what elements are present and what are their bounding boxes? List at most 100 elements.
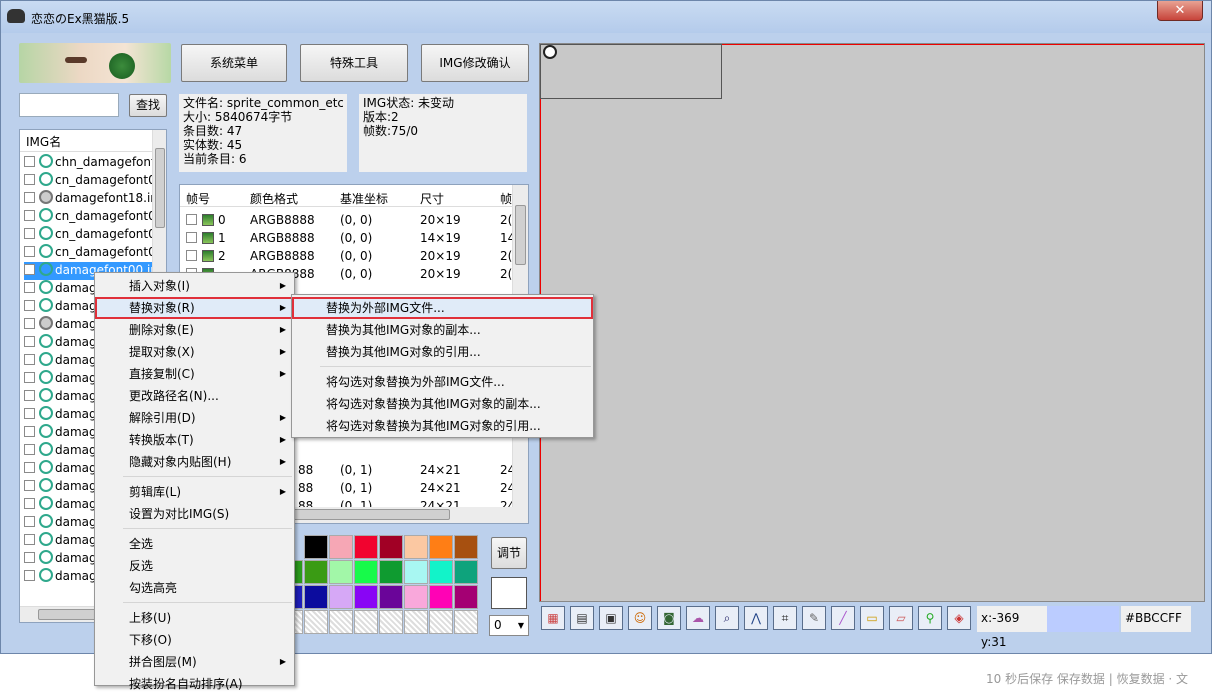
film-icon[interactable]: ▣	[599, 606, 623, 630]
checkbox[interactable]	[24, 264, 35, 275]
frame-table-row[interactable]: 0 ARGB8888 (0, 0) 20×19 2(	[180, 211, 512, 229]
img-confirm-button[interactable]: IMG修改确认	[421, 44, 529, 82]
image-canvas[interactable]	[539, 43, 1205, 602]
checkbox[interactable]	[24, 228, 35, 239]
context-menu-item[interactable]: 按装扮名自动排序(A)	[95, 673, 294, 695]
context-menu-item[interactable]: 直接复制(C) ▶	[95, 363, 294, 385]
context-menu-item[interactable]: 转换版本(T) ▶	[95, 429, 294, 451]
context-menu-item[interactable]: 隐藏对象内贴图(H) ▶	[95, 451, 294, 473]
img-list-item[interactable]: cn_damagefont0	[24, 172, 156, 190]
img-list-item[interactable]: damag	[24, 388, 97, 406]
eraser-icon[interactable]: ▱	[889, 606, 913, 630]
palette-swatch[interactable]	[454, 585, 478, 609]
palette-swatch[interactable]	[354, 560, 378, 584]
img-list-item[interactable]: damag	[24, 514, 97, 532]
checkbox[interactable]	[24, 156, 35, 167]
img-list-item[interactable]: damag	[24, 568, 97, 586]
context-menu-item[interactable]: 设置为对比IMG(S)	[95, 503, 294, 525]
frame-table-col-header[interactable]: 帧号	[186, 190, 210, 207]
checkbox[interactable]	[24, 498, 35, 509]
checkbox[interactable]	[24, 174, 35, 185]
context-menu-item[interactable]: 删除对象(E) ▶	[95, 319, 294, 341]
img-list-item[interactable]: damag	[24, 478, 97, 496]
img-list-item[interactable]: damag	[24, 532, 97, 550]
frame-table-col-header[interactable]: 帧	[500, 190, 512, 207]
frame-table-col-header[interactable]: 颜色格式	[250, 190, 298, 207]
checkbox[interactable]	[24, 354, 35, 365]
checkbox[interactable]	[24, 552, 35, 563]
context-menu-item[interactable]: 更改路径名(N)...	[95, 385, 294, 407]
checkbox[interactable]	[24, 426, 35, 437]
context-menu-item[interactable]: 上移(U)	[95, 607, 294, 629]
checkbox[interactable]	[24, 372, 35, 383]
palette-swatch[interactable]	[404, 560, 428, 584]
frame-table-row[interactable]: 2 ARGB8888 (0, 0) 20×19 2(	[180, 247, 512, 265]
palette-swatch[interactable]	[329, 535, 353, 559]
img-list-item[interactable]: damag	[24, 280, 97, 298]
context-menu-item[interactable]: 替换对象(R) ▶	[95, 297, 294, 319]
context-menu-item[interactable]: 插入对象(I) ▶	[95, 275, 294, 297]
img-list-item[interactable]: chn_damagefont	[24, 154, 156, 172]
face-edit-icon[interactable]: ☺	[628, 606, 652, 630]
grid-icon[interactable]: ▤	[570, 606, 594, 630]
img-list-item[interactable]: damag	[24, 298, 97, 316]
palette-swatch[interactable]	[329, 610, 353, 634]
palette-swatch[interactable]	[354, 535, 378, 559]
context-menu-item[interactable]: 反选	[95, 555, 294, 577]
img-list-item[interactable]: damag	[24, 550, 97, 568]
palette-swatch[interactable]	[304, 535, 328, 559]
palette-swatch[interactable]	[329, 560, 353, 584]
checkbox[interactable]	[186, 214, 197, 225]
palette-select[interactable]: 0 ▼	[489, 615, 529, 636]
magnifier-icon[interactable]: ⌕	[715, 606, 739, 630]
context-menu-item[interactable]: 下移(O)	[95, 629, 294, 651]
palette-icon[interactable]: ▦	[541, 606, 565, 630]
line-icon[interactable]: ╱	[831, 606, 855, 630]
img-list-item[interactable]: damag	[24, 370, 97, 388]
img-list-item[interactable]: damag	[24, 496, 97, 514]
frame-table-col-header[interactable]: 基准坐标	[340, 190, 388, 207]
search-input[interactable]	[19, 93, 119, 117]
search-button[interactable]: 查找	[129, 94, 167, 117]
submenu-item[interactable]: 替换为其他IMG对象的副本...	[292, 319, 593, 341]
pencil-icon[interactable]: ✎	[802, 606, 826, 630]
submenu-item[interactable]: 将勾选对象替换为外部IMG文件...	[292, 371, 593, 393]
color-palette[interactable]	[279, 535, 483, 635]
chart-icon[interactable]: ⋀	[744, 606, 768, 630]
palette-swatch[interactable]	[304, 560, 328, 584]
palette-swatch[interactable]	[379, 585, 403, 609]
palette-swatch[interactable]	[454, 610, 478, 634]
img-list-item[interactable]: damag	[24, 424, 97, 442]
palette-swatch[interactable]	[429, 610, 453, 634]
checkbox[interactable]	[24, 300, 35, 311]
checkbox[interactable]	[24, 210, 35, 221]
palette-swatch[interactable]	[429, 585, 453, 609]
img-list-item[interactable]: damag	[24, 442, 97, 460]
palette-swatch[interactable]	[354, 585, 378, 609]
img-list-item[interactable]: cn_damagefont0	[24, 226, 156, 244]
img-list-item[interactable]: damag	[24, 352, 97, 370]
img-list-item[interactable]: damag	[24, 406, 97, 424]
checkbox[interactable]	[24, 192, 35, 203]
submenu-item[interactable]: 将勾选对象替换为其他IMG对象的副本...	[292, 393, 593, 415]
checkbox[interactable]	[24, 318, 35, 329]
checkbox[interactable]	[24, 480, 35, 491]
checkbox[interactable]	[24, 408, 35, 419]
palette-swatch[interactable]	[429, 535, 453, 559]
checkbox[interactable]	[24, 570, 35, 581]
checkbox[interactable]	[186, 232, 197, 243]
system-menu-button[interactable]: 系统菜单	[181, 44, 287, 82]
context-menu-item[interactable]: 全选	[95, 533, 294, 555]
palette-swatch[interactable]	[379, 560, 403, 584]
checkbox[interactable]	[24, 534, 35, 545]
img-list-item[interactable]: cn_damagefont0	[24, 244, 156, 262]
checkbox[interactable]	[24, 336, 35, 347]
special-tools-button[interactable]: 特殊工具	[300, 44, 408, 82]
checkbox[interactable]	[24, 246, 35, 257]
img-list-item[interactable]: damagefont18.ir	[24, 190, 155, 208]
img-list-item[interactable]: damag	[24, 460, 97, 478]
palette-swatch[interactable]	[404, 585, 428, 609]
img-list-item[interactable]: damag	[24, 316, 97, 334]
palette-swatch[interactable]	[404, 535, 428, 559]
checkbox[interactable]	[24, 390, 35, 401]
